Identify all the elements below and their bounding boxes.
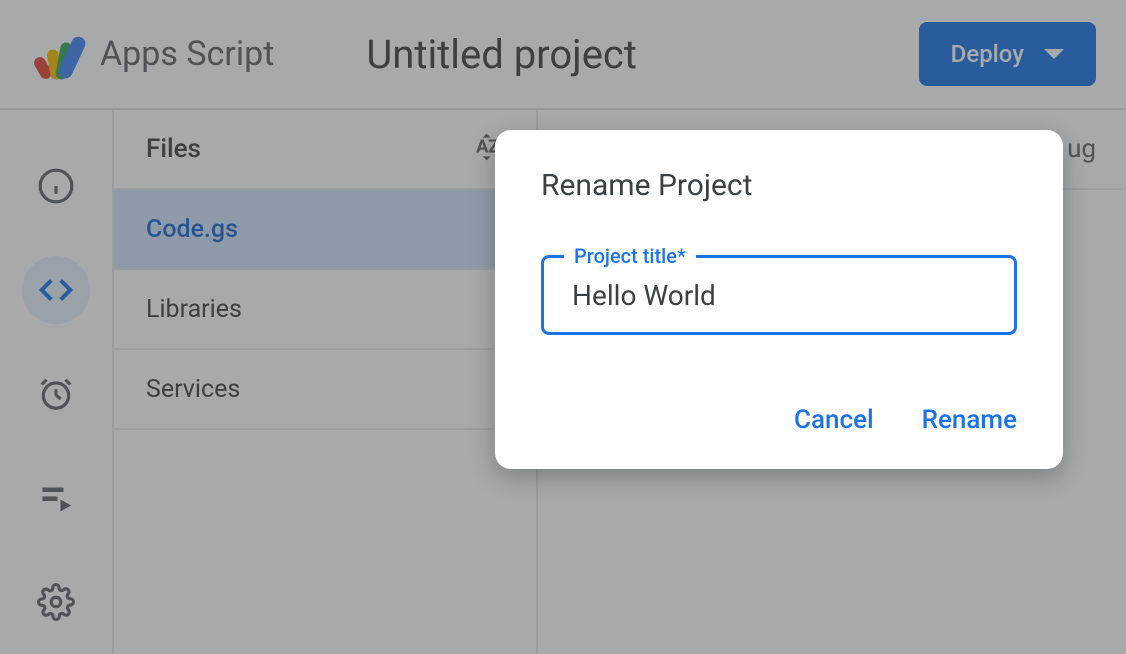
dialog-title: Rename Project (541, 168, 1017, 203)
dialog-actions: Cancel Rename (541, 405, 1017, 435)
rename-button[interactable]: Rename (922, 405, 1017, 435)
field-label: Project title* (564, 244, 696, 268)
project-title-input[interactable] (572, 279, 986, 312)
rename-project-dialog: Rename Project Project title* Cancel Ren… (495, 130, 1063, 469)
project-title-field[interactable]: Project title* (541, 255, 1017, 335)
cancel-button[interactable]: Cancel (794, 405, 874, 435)
